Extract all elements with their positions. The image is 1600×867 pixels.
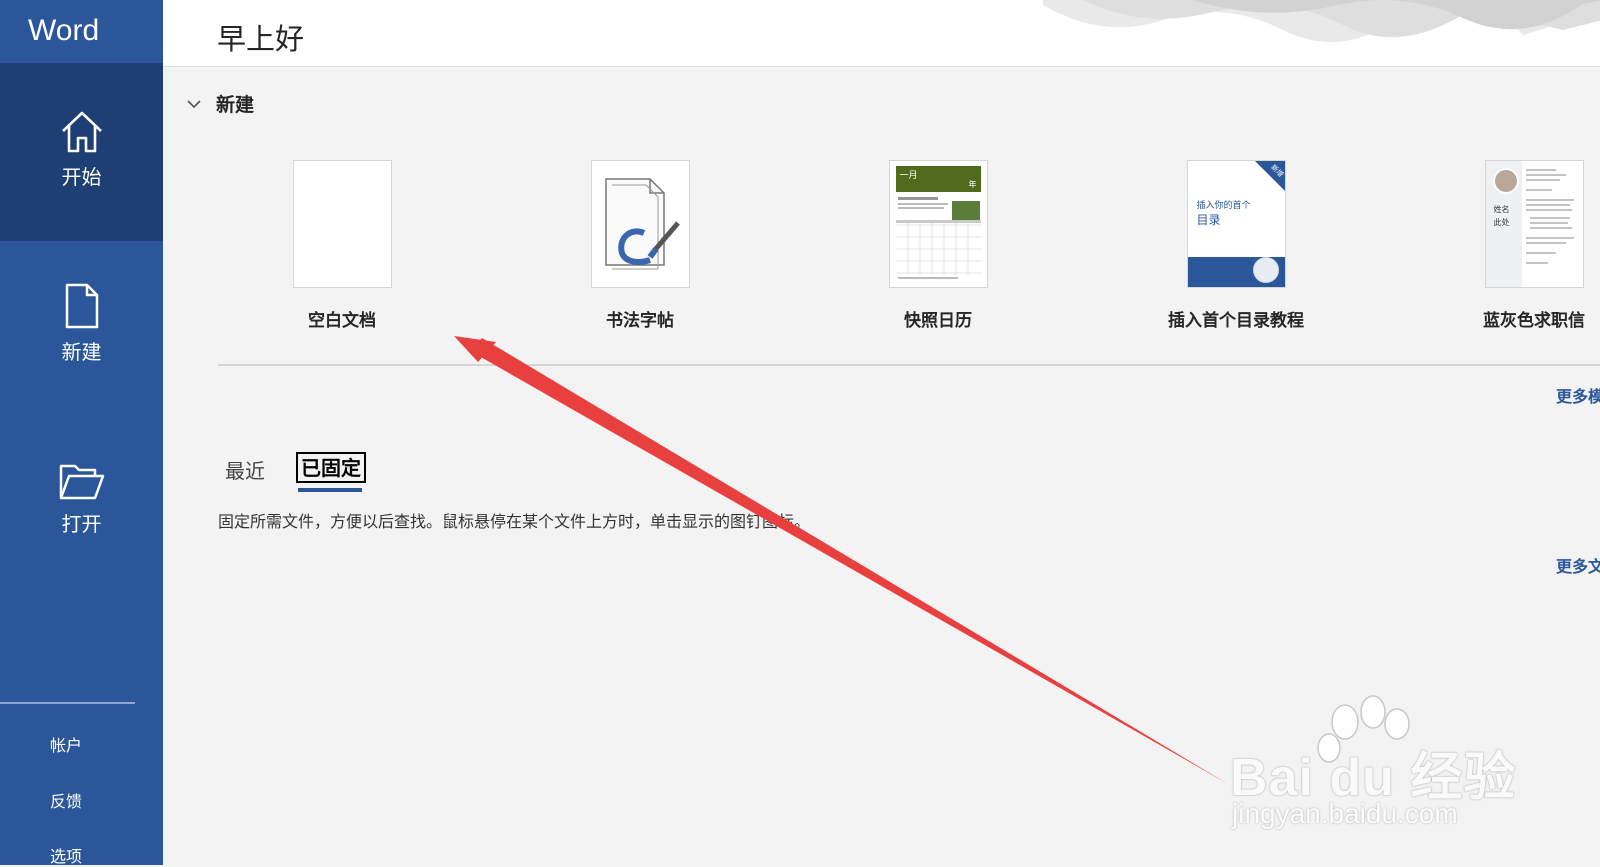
- calligraphy-icon: [604, 178, 680, 270]
- template-label: 空白文档: [308, 311, 376, 331]
- template-label: 蓝灰色求职信: [1483, 311, 1585, 331]
- template-snapshot-calendar[interactable]: 一月 年 快照日历: [818, 160, 1058, 331]
- more-templates-link[interactable]: 更多模板: [1556, 383, 1600, 407]
- tab-selected-indicator: [298, 488, 362, 492]
- template-thumbnail: 新增 插入你的首个 目录: [1186, 160, 1286, 288]
- calendar-banner: 一月 年: [895, 166, 981, 192]
- new-section-header[interactable]: 新建: [186, 90, 254, 117]
- arrow-circle-icon: [1252, 257, 1279, 283]
- template-thumbnail: [292, 160, 392, 288]
- more-documents-link[interactable]: 更多文档: [1556, 553, 1600, 577]
- template-thumbnail: 一月 年: [888, 160, 988, 288]
- open-folder-icon: [59, 464, 104, 500]
- sidebar-item-label: 打开: [61, 512, 102, 536]
- resume-here: 此处: [1493, 218, 1510, 227]
- toc-thumb-text: 插入你的首个: [1196, 201, 1251, 211]
- toc-thumb-title: 目录: [1196, 213, 1221, 227]
- template-thumbnail: [590, 160, 690, 288]
- section-title: 新建: [216, 94, 255, 116]
- sidebar: Word 开始 新建 打开 帐户 反馈 选项: [0, 0, 163, 867]
- app-title: Word: [28, 14, 100, 47]
- section-divider: [218, 364, 1600, 366]
- resume-name: 姓名: [1493, 205, 1510, 214]
- sidebar-item-new[interactable]: 新建: [0, 282, 163, 382]
- template-calligraphy[interactable]: 书法字帖: [520, 160, 760, 331]
- sidebar-item-open[interactable]: 打开: [0, 462, 163, 562]
- chevron-down-icon: [187, 99, 201, 108]
- watermark-url: jingyan.baidu.com: [1232, 798, 1458, 829]
- sidebar-divider: [0, 702, 135, 704]
- template-label: 快照日历: [904, 311, 972, 331]
- sidebar-item-label: 新建: [61, 340, 102, 364]
- calendar-grid: [895, 197, 981, 279]
- header-decoration-art: [1043, 0, 1600, 42]
- template-label: 书法字帖: [606, 311, 674, 331]
- new-document-icon: [65, 283, 98, 329]
- calendar-year: 年: [968, 180, 977, 189]
- sidebar-item-home[interactable]: 开始: [0, 63, 163, 241]
- calendar-month: 一月: [899, 171, 918, 181]
- template-label: 插入首个目录教程: [1168, 311, 1304, 331]
- avatar: [1492, 168, 1519, 194]
- template-toc-tutorial[interactable]: 新增 插入你的首个 目录 插入首个目录教程: [1116, 160, 1356, 331]
- feedback-link[interactable]: 反馈: [0, 788, 132, 812]
- options-link[interactable]: 选项: [0, 843, 132, 867]
- account-link[interactable]: 帐户: [0, 732, 132, 756]
- resume-text-lines: [1525, 169, 1574, 264]
- template-thumbnail: 姓名 此处: [1484, 160, 1584, 288]
- tab-pinned[interactable]: 已固定: [296, 452, 366, 483]
- tab-recent[interactable]: 最近: [225, 455, 265, 484]
- greeting-title: 早上好: [217, 22, 305, 56]
- sidebar-item-label: 开始: [61, 165, 102, 189]
- header: 早上好: [163, 0, 1600, 67]
- template-blue-grey-cover-letter[interactable]: 姓名 此处 蓝灰色求职信: [1414, 160, 1600, 331]
- home-icon: [61, 111, 102, 153]
- template-blank-document[interactable]: 空白文档: [222, 160, 462, 331]
- pinned-empty-message: 固定所需文件，方便以后查找。鼠标悬停在某个文件上方时，单击显示的图钉图标。: [218, 512, 811, 531]
